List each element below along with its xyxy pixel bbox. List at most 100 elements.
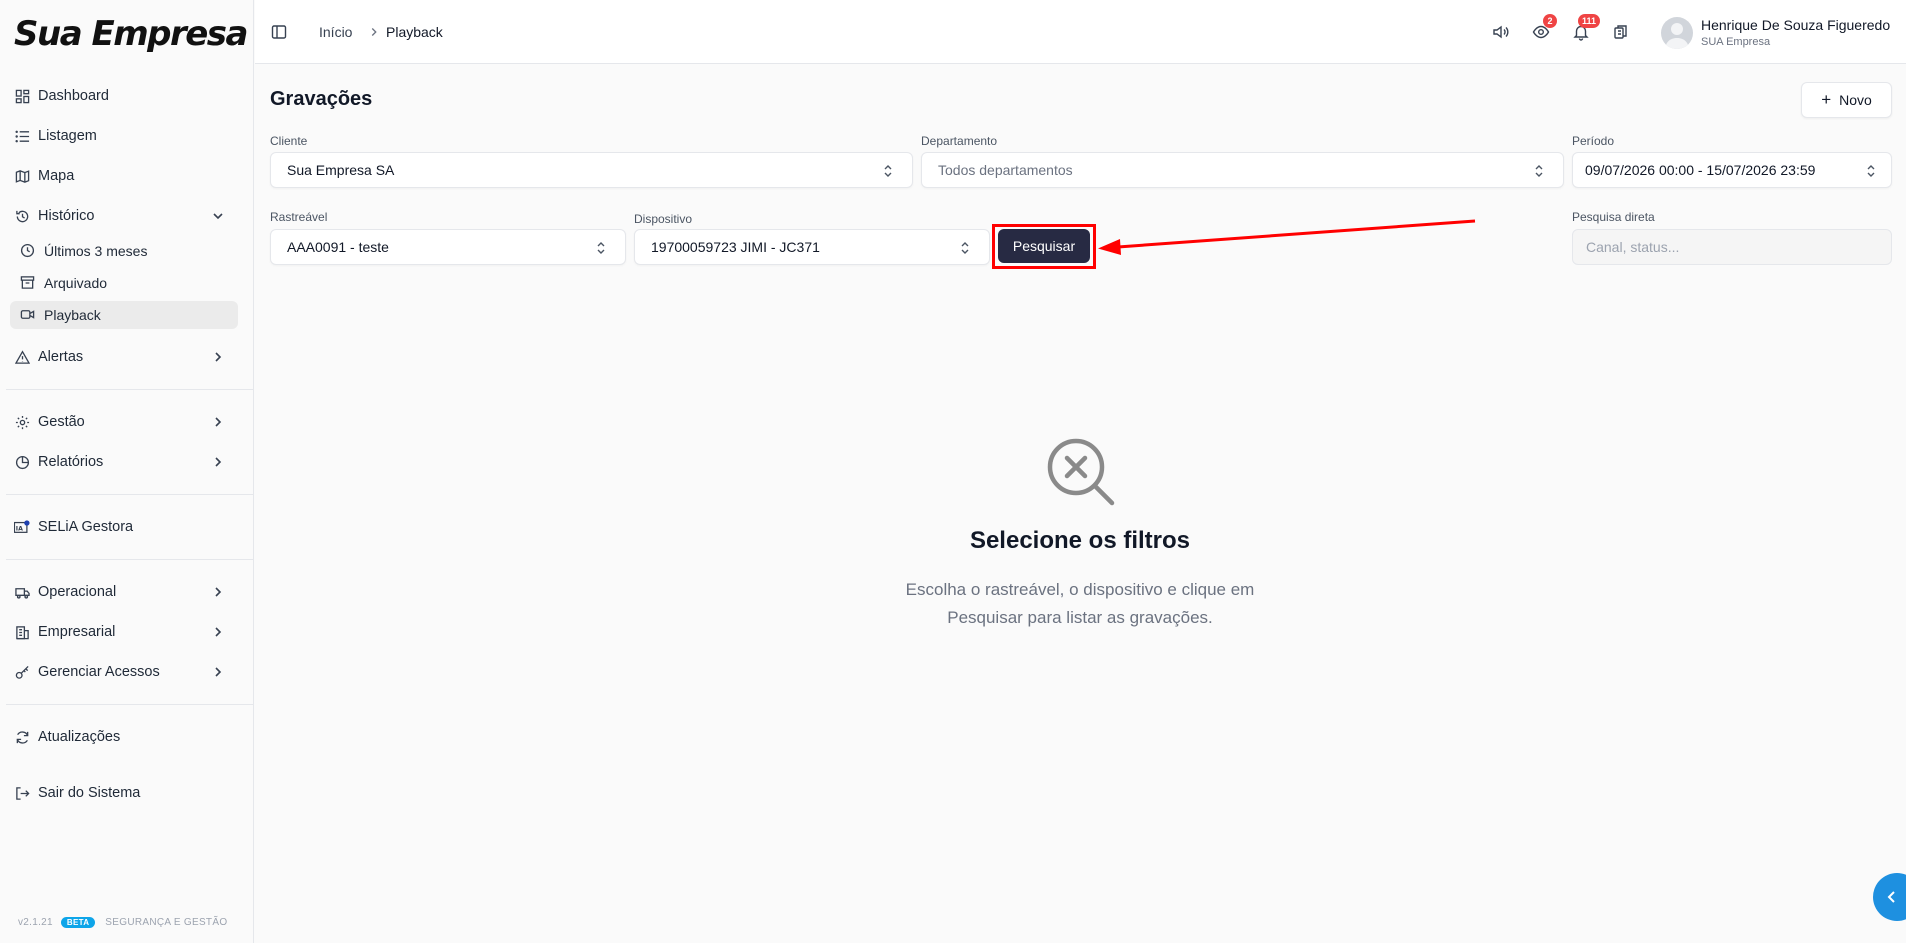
- user-name[interactable]: Henrique De Souza Figueredo: [1701, 17, 1890, 33]
- tagline-text: SEGURANÇA E GESTÃO: [105, 917, 228, 928]
- periodo-select[interactable]: 09/07/2026 00:00 - 15/07/2026 23:59: [1572, 152, 1892, 188]
- notification-badge: 111: [1578, 14, 1601, 28]
- breadcrumb-current: Playback: [386, 24, 443, 40]
- rastreavel-value: AAA0091 - teste: [287, 239, 389, 255]
- chevron-left-icon: [1887, 891, 1895, 903]
- sidebar-item-empresarial[interactable]: Empresarial: [6, 616, 246, 648]
- cliente-value: Sua Empresa SA: [287, 162, 395, 178]
- chevron-updown-icon: [884, 165, 892, 177]
- sidebar-item-sair-do-sistema[interactable]: Sair do Sistema: [6, 777, 246, 809]
- key-icon: [14, 664, 30, 680]
- search-x-icon: [1047, 438, 1115, 506]
- truck-icon: [14, 584, 30, 600]
- new-button[interactable]: + Novo: [1801, 82, 1892, 118]
- chevron-right-icon: [215, 627, 222, 637]
- history-icon: [14, 208, 30, 224]
- sidebar-subitem-arquivado[interactable]: Arquivado: [10, 269, 238, 297]
- dashboard-icon: [14, 88, 30, 104]
- eye-badge: 2: [1543, 14, 1557, 28]
- sidebar-item-historico[interactable]: Histórico: [6, 200, 246, 232]
- sidebar-divider: [6, 559, 253, 560]
- sidebar-item-label: Operacional: [38, 584, 117, 600]
- svg-text:IA: IA: [16, 526, 23, 533]
- clock-icon: [20, 243, 36, 259]
- sidebar-item-alertas[interactable]: Alertas: [6, 341, 246, 373]
- search-input[interactable]: [1572, 229, 1892, 265]
- chevron-right-icon: [215, 587, 222, 597]
- chevron-updown-icon: [1867, 165, 1875, 177]
- sidebar-subitem-label: Playback: [44, 307, 101, 323]
- sidebar-divider: [6, 494, 253, 495]
- report-icon: [14, 454, 30, 470]
- brand-logo[interactable]: Sua Empresa: [14, 14, 248, 54]
- empty-state-title: Selecione os filtros: [969, 527, 1191, 554]
- sidebar-item-label: Gerenciar Acessos: [38, 664, 160, 680]
- sidebar-item-dashboard[interactable]: Dashboard: [6, 80, 246, 112]
- sidebar-item-relatorios[interactable]: Relatórios: [6, 446, 246, 478]
- sidebar-item-label: Sair do Sistema: [38, 785, 141, 801]
- breadcrumb-chevron-icon: [371, 28, 377, 36]
- chevron-updown-icon: [597, 242, 605, 254]
- cliente-label: Cliente: [270, 134, 308, 148]
- dispositivo-select[interactable]: 19700059723 JIMI - JC371: [634, 229, 990, 265]
- ai-icon: IA: [14, 519, 30, 535]
- map-icon: [14, 168, 30, 184]
- sidebar-item-label: Atualizações: [38, 729, 121, 745]
- cliente-select[interactable]: Sua Empresa SA: [270, 152, 913, 188]
- sidebar-item-atualizacoes[interactable]: Atualizações: [6, 721, 246, 753]
- beta-badge: BETA: [60, 917, 96, 928]
- sidebar-toggle-icon[interactable]: [271, 24, 287, 40]
- sidebar-item-label: Empresarial: [38, 624, 116, 640]
- sidebar-item-label: SELiA Gestora: [38, 519, 134, 535]
- sidebar-subitem-label: Últimos 3 meses: [44, 243, 148, 259]
- sidebar-item-label: Alertas: [38, 349, 84, 365]
- avatar[interactable]: [1661, 17, 1693, 49]
- list-icon: [14, 128, 30, 144]
- sidebar-subitem-label: Arquivado: [44, 275, 108, 291]
- sidebar-item-listagem[interactable]: Listagem: [6, 120, 246, 152]
- help-fab[interactable]: [1873, 873, 1906, 921]
- departamento-select[interactable]: Todos departamentos: [921, 152, 1564, 188]
- sidebar-item-label: Histórico: [38, 208, 95, 224]
- sidebar-item-label: Gestão: [38, 414, 85, 430]
- rastreavel-select[interactable]: AAA0091 - teste: [270, 229, 626, 265]
- version-text: v2.1.21: [18, 917, 53, 928]
- alert-icon: [14, 349, 30, 365]
- departamento-label: Departamento: [921, 134, 998, 148]
- annotation-highlight-box: [992, 224, 1096, 269]
- sidebar-item-gestao[interactable]: Gestão: [6, 406, 246, 438]
- empty-state-description: Escolha o rastreável, o dispositivo e cl…: [905, 580, 1255, 627]
- departamento-value: Todos departamentos: [938, 162, 1073, 178]
- sidebar-divider: [6, 704, 253, 705]
- sidebar-item-gerenciar-acessos[interactable]: Gerenciar Acessos: [6, 656, 246, 688]
- page-title: Gravações: [270, 88, 373, 110]
- chevron-down-icon: [213, 213, 223, 220]
- sidebar-item-label: Dashboard: [38, 88, 109, 104]
- periodo-label: Período: [1572, 134, 1615, 148]
- chevron-right-icon: [215, 457, 222, 467]
- chevron-updown-icon: [961, 242, 969, 254]
- sidebar-item-label: Relatórios: [38, 454, 104, 470]
- new-button-label: Novo: [1839, 92, 1872, 108]
- annotation-arrow: [1098, 219, 1476, 255]
- speaker-icon[interactable]: [1492, 23, 1510, 41]
- plus-icon: +: [1821, 90, 1832, 109]
- logout-icon: [14, 785, 30, 801]
- video-icon: [20, 307, 36, 323]
- gear-icon: [14, 414, 30, 430]
- sidebar-item-mapa[interactable]: Mapa: [6, 160, 246, 192]
- chevron-right-icon: [215, 417, 222, 427]
- sidebar-subitem-playback[interactable]: Playback: [10, 301, 238, 329]
- breadcrumb-home[interactable]: Início: [319, 24, 352, 40]
- sidebar-item-selia-gestora[interactable]: IA SELiA Gestora: [6, 511, 246, 543]
- sidebar: Sua Empresa Dashboard Listagem Mapa Hist…: [0, 0, 254, 943]
- archive-icon: [20, 275, 36, 291]
- refresh-icon: [14, 729, 30, 745]
- clipboard-icon[interactable]: [1612, 23, 1630, 41]
- chevron-updown-icon: [1535, 165, 1543, 177]
- sidebar-item-operacional[interactable]: Operacional: [6, 576, 246, 608]
- sidebar-subitem-ultimos-3-meses[interactable]: Últimos 3 meses: [10, 237, 238, 265]
- sidebar-divider: [6, 389, 253, 390]
- dispositivo-value: 19700059723 JIMI - JC371: [651, 239, 820, 255]
